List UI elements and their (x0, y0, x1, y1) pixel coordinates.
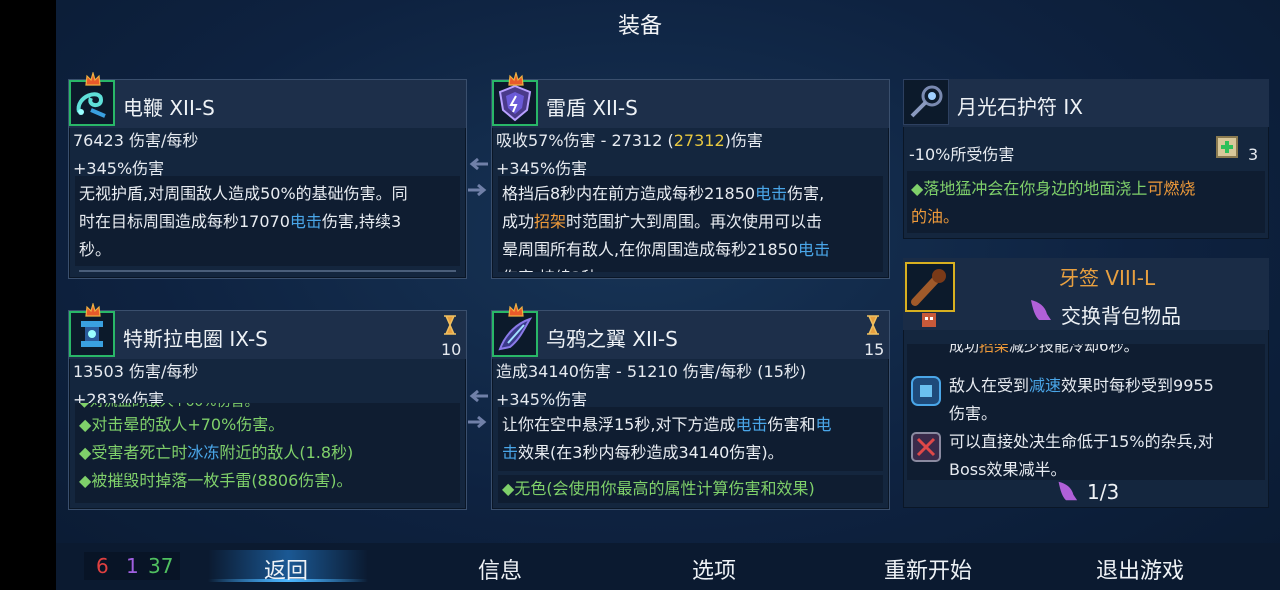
desc-line: 时在目标周围造成每秒17070电击伤害,持续3 (79, 212, 402, 231)
item-name: 电鞭 XII-S (123, 96, 215, 120)
crown-icon (85, 72, 101, 86)
execute-icon (911, 432, 941, 462)
colorless-note: ◆无色(会使用你最高的属性计算伤害和效果) (502, 479, 815, 498)
item-dps: 76423 伤害/每秒 (73, 131, 199, 150)
desc-line: Boss效果减半。 (949, 460, 1067, 479)
weapon-card-toothpick[interactable]: 牙签 VIII-L 交换背包物品 成功招架减少技能冷却6秒。 敌人在受到减速效果… (903, 258, 1269, 508)
thunder-shield-icon (492, 80, 538, 126)
restart-button[interactable]: 重新开始 (884, 553, 972, 585)
stat-brutality: 6 (96, 554, 109, 578)
desc-line: 成功招架时范围扩大到周围。再次使用可以击 (502, 212, 823, 231)
desc-line: 无视护盾,对周围敌人造成50%的基础伤害。同 (79, 184, 408, 203)
item-absorb: 吸收57%伤害 - 27312 (27312)伤害 (496, 131, 763, 150)
page-indicator[interactable]: 1/3 (1087, 480, 1119, 504)
swap-hand-icon (1031, 300, 1051, 320)
page-title: 装备 (617, 14, 662, 39)
desc-line: ◆落地猛冲会在你身边的地面浇上可燃烧 (911, 179, 1196, 198)
mutation-face-icon (922, 313, 936, 327)
item-stat: -10%所受伤害 (909, 145, 1015, 164)
raven-wings-icon (492, 311, 538, 357)
scroll-icon (1216, 136, 1238, 158)
stat-tactics: 1 (126, 554, 139, 578)
moonstone-amulet-icon (903, 79, 949, 125)
scroll-count: 3 (1248, 145, 1259, 164)
desc-line: 晕周围所有敌人,在你周围造成每秒21850电击 (502, 240, 831, 259)
item-name: 乌鸦之翼 XII-S (546, 327, 678, 351)
desc-line: ◆对击晕的敌人+70%伤害。 (79, 415, 285, 434)
desc-line: 让你在空中悬浮15秒,对下方造成电击伤害和电 (502, 415, 832, 434)
item-description: 让你在空中悬浮15秒,对下方造成电击伤害和电 击效果(在3秒内每秒造成34140… (502, 411, 879, 467)
weapon-card-electric-whip[interactable]: 电鞭 XII-S 76423 伤害/每秒 +345%伤害 无视护盾,对周围敌人造… (68, 72, 467, 279)
desc-line: 伤害。 (949, 404, 998, 423)
quit-game-button[interactable]: 退出游戏 (1096, 553, 1184, 585)
item-description: ◆对流血的敌人+60%伤害。 ◆对击晕的敌人+70%伤害。 ◆受害者死亡时冰冻附… (79, 403, 456, 495)
player-stats: 6 1 37 (84, 552, 180, 580)
skill-card-tesla-coil[interactable]: 特斯拉电圈 IX-S 10 13503 伤害/每秒 +283%伤害 ◆对流血的敌… (68, 303, 467, 510)
swap-label[interactable]: 交换背包物品 (1061, 300, 1181, 329)
description-panel: ◆无色(会使用你最高的属性计算伤害和效果) (498, 475, 883, 503)
slow-rune-icon (911, 376, 941, 406)
info-button[interactable]: 信息 (478, 553, 522, 585)
item-description: 无视护盾,对周围敌人造成50%的基础伤害。同 时在目标周围造成每秒17070电击… (79, 180, 456, 264)
desc-line: ◆被摧毁时掉落一枚手雷(8806伤害)。 (79, 471, 353, 490)
amulet-card[interactable]: 月光石护符 IX -10%所受伤害 3 ◆落地猛冲会在你身边的地面浇上可燃烧 的… (903, 79, 1269, 239)
item-name: 月光石护符 IX (957, 95, 1083, 119)
swap-hand-icon (1058, 481, 1078, 501)
desc-line: 伤害,持续3秒 (502, 264, 879, 272)
tesla-coil-icon (69, 311, 115, 357)
back-button[interactable]: 返回 (264, 553, 308, 585)
hourglass-icon (867, 315, 879, 335)
crown-icon (508, 72, 524, 86)
item-description: ◆落地猛冲会在你身边的地面浇上可燃烧 的油。 (911, 175, 1261, 231)
item-damage: 造成34140伤害 - 51210 伤害/每秒 (15秒) (496, 362, 807, 381)
description-panel: 无视护盾,对周围敌人造成50%的基础伤害。同 时在目标周围造成每秒17070电击… (75, 176, 460, 266)
partial-line: 成功招架减少技能冷却6秒。 (949, 344, 1139, 355)
desc-line: 可以直接处决生命低于15%的杂兵,对 (949, 432, 1214, 451)
description-panel: ◆落地猛冲会在你身边的地面浇上可燃烧 的油。 (907, 171, 1265, 233)
item-description: 格挡后8秒内在前方造成每秒21850电击伤害, 成功招架时范围扩大到周围。再次使… (502, 180, 879, 272)
toothpick-icon (905, 262, 955, 312)
item-name: 特斯拉电圈 IX-S (123, 327, 268, 351)
link-arrow-icon (469, 389, 488, 403)
item-dps: 13503 伤害/每秒 (73, 362, 199, 381)
cooldown-value: 15 (864, 340, 885, 359)
desc-line: 秒。 (79, 240, 112, 259)
description-panel: 格挡后8秒内在前方造成每秒21850电击伤害, 成功招架时范围扩大到周围。再次使… (498, 176, 883, 272)
description-panel: 让你在空中悬浮15秒,对下方造成电击伤害和电 击效果(在3秒内每秒造成34140… (498, 407, 883, 471)
skill-card-raven-wings[interactable]: 乌鸦之翼 XII-S 15 造成34140伤害 - 51210 伤害/每秒 (1… (491, 303, 890, 510)
desc-line: 格挡后8秒内在前方造成每秒21850电击伤害, (502, 184, 825, 203)
stat-survival: 37 (148, 554, 174, 578)
description-panel: ◆对流血的敌人+60%伤害。 ◆对击晕的敌人+70%伤害。 ◆受害者死亡时冰冻附… (75, 403, 460, 503)
desc-line: 敌人在受到减速效果时每秒受到9955 (949, 376, 1214, 395)
link-arrow-icon (468, 183, 487, 197)
hourglass-icon (444, 315, 456, 335)
scroll-indicator (79, 270, 456, 272)
link-arrow-icon (469, 157, 488, 171)
item-name: 牙签 VIII-L (1059, 266, 1156, 290)
desc-line: 击效果(在3秒内每秒造成34140伤害)。 (502, 443, 784, 462)
crown-icon (508, 303, 524, 317)
link-arrow-icon (468, 415, 487, 429)
desc-line-partial: ◆对流血的敌人+60%伤害。 (79, 403, 456, 411)
description-panel: 成功招架减少技能冷却6秒。 敌人在受到减速效果时每秒受到9955 伤害。 可以直… (907, 344, 1265, 480)
item-name: 雷盾 XII-S (546, 96, 638, 120)
weapon-card-thunder-shield[interactable]: 雷盾 XII-S 吸收57%伤害 - 27312 (27312)伤害 +345%… (491, 72, 890, 279)
desc-line: ◆受害者死亡时冰冻附近的敌人(1.8秒) (79, 443, 354, 462)
crown-icon (85, 303, 101, 317)
options-button[interactable]: 选项 (692, 553, 736, 585)
left-letterbox (0, 0, 56, 590)
cooldown-value: 10 (441, 340, 462, 359)
desc-line: 的油。 (911, 207, 960, 226)
whip-icon (69, 80, 115, 126)
